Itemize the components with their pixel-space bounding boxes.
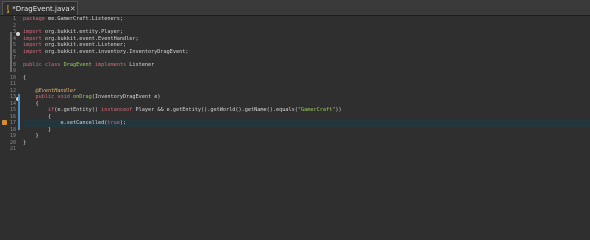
code-area[interactable]: package me.GamerCraft.Listeners; import … — [23, 16, 590, 153]
line-number-gutter: 1 2 3 4 5 6 7 8 9 10 11 12 13 14 15 16 17 18 19 20 21 — [2, 16, 16, 153]
tab-bar: J *DragEvent.java ✕ — [0, 0, 590, 16]
tab-label: *DragEvent.java — [12, 4, 70, 13]
close-icon[interactable]: ✕ — [70, 5, 76, 13]
code-token: import — [23, 42, 45, 48]
code-token: org.bukkit.entity.Player; — [44, 29, 123, 35]
code-token: org.bukkit.event.EventHandler; — [44, 35, 139, 42]
code-token: "GamerCraft" — [297, 107, 336, 113]
line-number: 21 — [9, 146, 16, 152]
code-token: } — [23, 139, 27, 146]
code-token: public void — [23, 94, 73, 100]
code-token: Listener — [129, 61, 155, 68]
change-marker — [18, 94, 20, 130]
warning-icon[interactable] — [2, 120, 7, 125]
code-token: (e.getEntity() — [54, 107, 102, 113]
code-token: implements — [94, 61, 130, 68]
code-token: Player && e.getEntity().getWorld().getNa… — [135, 107, 298, 113]
code-line[interactable] — [23, 146, 590, 153]
code-token: public class — [23, 61, 64, 68]
code-token: package — [23, 16, 48, 22]
code-token: import — [23, 29, 45, 35]
code-token: org.bukkit.event.Listener; — [44, 42, 127, 48]
code-token: { — [23, 113, 52, 120]
code-token: org.bukkit.event.inventory.InventoryDrag… — [44, 48, 189, 55]
fold-range-indicator — [10, 32, 12, 72]
code-editor[interactable]: 1 2 3 4 5 6 7 8 9 10 11 12 13 14 15 16 17 18 19 20 21 packag… — [0, 16, 590, 200]
code-token: DragEvent — [63, 61, 95, 68]
code-token: import — [23, 48, 45, 55]
code-token: } — [23, 126, 52, 133]
code-token: @EventHandler — [23, 87, 77, 94]
code-token: { — [23, 74, 27, 81]
code-token: )) — [335, 107, 342, 113]
code-token: onDrag — [72, 94, 92, 100]
code-token: instanceof — [101, 107, 136, 113]
editor-window: J *DragEvent.java ✕ 1 2 3 4 5 6 7 8 9 10 11 12 13 14 1… — [0, 0, 590, 200]
code-token: (InventoryDragEvent e) — [91, 94, 161, 100]
code-token: import — [23, 35, 45, 42]
code-token: ); — [119, 120, 127, 126]
code-token: { — [23, 100, 39, 107]
tab-dragevent-java[interactable]: J *DragEvent.java ✕ — [2, 1, 78, 15]
fold-toggle-icon[interactable] — [16, 32, 20, 36]
java-file-icon: J — [7, 4, 10, 13]
code-token: true — [107, 120, 120, 126]
code-token: } — [23, 133, 39, 139]
code-token: if — [23, 107, 55, 113]
code-token: e.setCancelled( — [23, 120, 108, 126]
code-token: me.GamerCraft.Listeners; — [48, 16, 123, 22]
